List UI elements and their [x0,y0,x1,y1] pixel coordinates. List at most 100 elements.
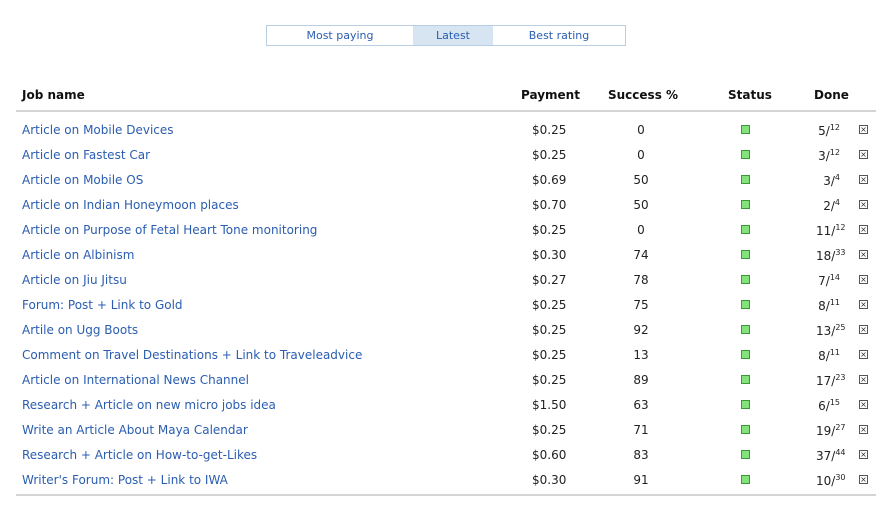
close-box-icon[interactable]: × [859,475,868,484]
payment-value: $1.50 [532,398,567,412]
done-count: 3/12 [818,148,840,163]
table-row: Writer's Forum: Post + Link to IWA $0.30 9… [16,467,876,492]
status-square-icon [741,200,750,209]
payment-value: $0.25 [532,348,567,362]
done-value: 8 [818,299,826,313]
done-count: 8/11 [818,298,840,313]
done-value: 10 [816,474,832,488]
table-row: Article on Purpose of Fetal Heart Tone m… [16,217,876,242]
success-value: 83 [633,448,649,462]
job-link[interactable]: Article on Indian Honeymoon places [22,198,239,212]
table-bottom-divider [16,494,876,496]
job-link[interactable]: Research + Article on How-to-get-Likes [22,448,257,462]
status-square-icon [741,350,750,359]
success-value: 0 [637,123,645,137]
close-box-icon[interactable]: × [859,250,868,259]
done-count: 5/12 [818,123,840,138]
close-box-icon[interactable]: × [859,275,868,284]
success-value: 92 [633,323,649,337]
job-link[interactable]: Article on International News Channel [22,373,249,387]
close-box-icon[interactable]: × [859,150,868,159]
close-box-icon[interactable]: × [859,400,868,409]
job-link[interactable]: Artile on Ugg Boots [22,323,138,337]
tab-latest[interactable]: Latest [413,26,493,45]
close-box-icon[interactable]: × [859,300,868,309]
done-value: 7 [818,274,826,288]
payment-value: $0.30 [532,248,567,262]
close-box-icon[interactable]: × [859,375,868,384]
payment-value: $0.25 [532,423,567,437]
job-link[interactable]: Writer's Forum: Post + Link to IWA [22,473,228,487]
success-value: 50 [633,198,649,212]
success-value: 0 [637,148,645,162]
job-link[interactable]: Write an Article About Maya Calendar [22,423,248,437]
tab-best-rating[interactable]: Best rating [493,26,625,45]
table-header: Job name Payment Success % Status Done [16,86,876,112]
job-link[interactable]: Article on Fastest Car [22,148,150,162]
done-value: 17 [816,374,832,388]
payment-value: $0.25 [532,298,567,312]
done-total: 30 [835,473,846,482]
status-square-icon [741,375,750,384]
job-link[interactable]: Article on Purpose of Fetal Heart Tone m… [22,223,317,237]
done-total: 27 [835,423,846,432]
done-total: 25 [835,323,846,332]
table-row: Article on Indian Honeymoon places $0.70 5… [16,192,876,217]
payment-value: $0.25 [532,123,567,137]
success-value: 91 [633,473,649,487]
close-box-icon[interactable]: × [859,225,868,234]
payment-value: $0.70 [532,198,567,212]
success-value: 74 [633,248,649,262]
payment-value: $0.25 [532,223,567,237]
job-link[interactable]: Article on Mobile OS [22,173,143,187]
done-value: 6 [818,399,826,413]
status-square-icon [741,425,750,434]
done-count: 18/33 [816,248,846,263]
success-value: 71 [633,423,649,437]
table-row: Forum: Post + Link to Gold $0.25 75 8/11 × [16,292,876,317]
payment-value: $0.25 [532,373,567,387]
status-square-icon [741,400,750,409]
table-row: Research + Article on new micro jobs ide… [16,392,876,417]
done-total: 33 [835,248,846,257]
status-square-icon [741,300,750,309]
done-count: 7/14 [818,273,840,288]
job-link[interactable]: Comment on Travel Destinations + Link to… [22,348,362,362]
table-row: Write an Article About Maya Calendar $0.2… [16,417,876,442]
done-count: 17/23 [816,373,846,388]
table-row: Article on Albinism $0.30 74 18/33 × [16,242,876,267]
job-link[interactable]: Article on Jiu Jitsu [22,273,127,287]
close-box-icon[interactable]: × [859,450,868,459]
status-square-icon [741,325,750,334]
status-square-icon [741,450,750,459]
done-value: 3 [818,149,826,163]
sort-tabs: Most paying Latest Best rating [266,25,626,46]
done-total: 12 [829,123,840,132]
col-payment: Payment [521,88,580,102]
done-value: 3 [823,174,831,188]
tab-most-paying[interactable]: Most paying [267,26,413,45]
success-value: 89 [633,373,649,387]
job-link[interactable]: Forum: Post + Link to Gold [22,298,183,312]
success-value: 50 [633,173,649,187]
status-square-icon [741,125,750,134]
done-value: 11 [816,224,832,238]
done-count: 6/15 [818,398,840,413]
done-count: 8/11 [818,348,840,363]
payment-value: $0.60 [532,448,567,462]
close-box-icon[interactable]: × [859,125,868,134]
done-count: 3/4 [823,173,840,188]
done-count: 11/12 [816,223,846,238]
close-box-icon[interactable]: × [859,200,868,209]
table-row: Comment on Travel Destinations + Link to… [16,342,876,367]
close-box-icon[interactable]: × [859,175,868,184]
close-box-icon[interactable]: × [859,350,868,359]
done-count: 2/4 [823,198,840,213]
job-link[interactable]: Research + Article on new micro jobs ide… [22,398,276,412]
close-box-icon[interactable]: × [859,425,868,434]
done-count: 10/30 [816,473,846,488]
job-link[interactable]: Article on Mobile Devices [22,123,174,137]
payment-value: $0.27 [532,273,567,287]
close-box-icon[interactable]: × [859,325,868,334]
job-link[interactable]: Article on Albinism [22,248,134,262]
